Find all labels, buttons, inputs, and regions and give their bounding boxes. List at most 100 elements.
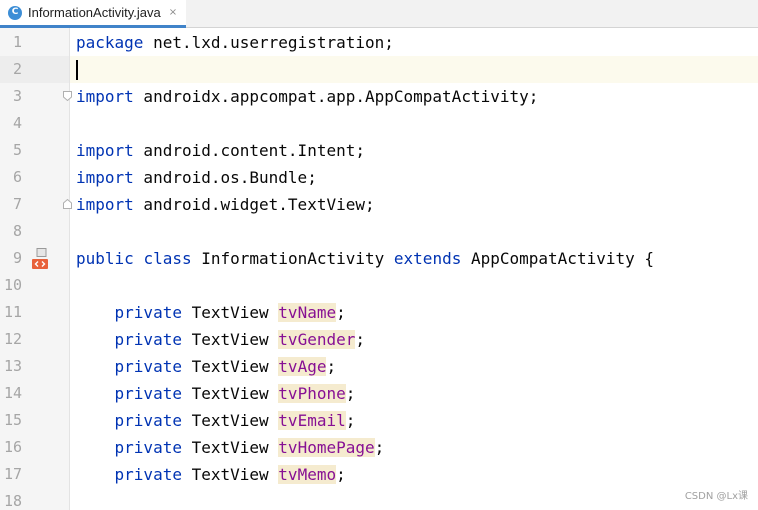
code-line[interactable]: 16 private TextView tvHomePage; [0, 434, 758, 461]
code-token: ; [336, 465, 346, 484]
code-token: TextView [181, 357, 279, 376]
current-line-highlight [70, 56, 758, 83]
line-number: 18 [3, 492, 22, 510]
code-token: android.widget.TextView; [133, 195, 375, 214]
code-text: private TextView tvMemo; [76, 461, 346, 488]
code-text: private TextView tvEmail; [76, 407, 355, 434]
line-number: 10 [3, 276, 22, 294]
code-token: TextView [181, 303, 279, 322]
code-line[interactable]: 13 private TextView tvAge; [0, 353, 758, 380]
field-token: tvGender [278, 330, 356, 349]
code-token: TextView [181, 330, 279, 349]
code-line[interactable]: 8 [0, 218, 758, 245]
keyword-token: private [114, 465, 182, 484]
keyword-token: private [114, 303, 182, 322]
code-editor[interactable]: 1 package net.lxd.userregistration; 2 3 impo… [0, 28, 758, 510]
line-number: 15 [3, 411, 22, 429]
field-token: tvName [278, 303, 337, 322]
line-number: 5 [12, 141, 22, 159]
java-class-icon-letter: C [11, 7, 19, 17]
field-token: tvEmail [278, 411, 346, 430]
line-number: 3 [12, 87, 22, 105]
code-line[interactable]: 14 private TextView tvPhone; [0, 380, 758, 407]
keyword-token: import [76, 195, 134, 214]
keyword-token: import [76, 168, 134, 187]
code-line[interactable]: 1 package net.lxd.userregistration; [0, 29, 758, 56]
line-number: 8 [12, 222, 22, 240]
keyword-token: import [76, 141, 134, 160]
keyword-token: import [76, 87, 134, 106]
line-number: 12 [3, 330, 22, 348]
code-line[interactable]: 6 import android.os.Bundle; [0, 164, 758, 191]
keyword-token: private [114, 411, 182, 430]
fold-end-icon[interactable] [63, 199, 72, 209]
code-line[interactable]: 17 private TextView tvMemo; [0, 461, 758, 488]
code-text: private TextView tvHomePage; [76, 434, 384, 461]
line-number: 17 [3, 465, 22, 483]
code-text: import android.os.Bundle; [76, 164, 317, 191]
watermark: CSDN @Lx课 [684, 491, 748, 502]
code-token: TextView [181, 465, 279, 484]
close-icon[interactable]: × [169, 7, 177, 18]
code-token: ; [345, 384, 356, 403]
code-text: import android.content.Intent; [76, 137, 365, 164]
field-token: tvAge [278, 357, 327, 376]
code-text: package net.lxd.userregistration; [76, 29, 394, 56]
line-number: 14 [3, 384, 22, 402]
code-line[interactable]: 15 private TextView tvEmail; [0, 407, 758, 434]
code-line[interactable]: 10 [0, 272, 758, 299]
field-token: tvHomePage [278, 438, 375, 457]
keyword-token: class [143, 249, 192, 268]
keyword-token: private [114, 357, 182, 376]
line-number: 16 [3, 438, 22, 456]
code-token: ; [336, 303, 346, 322]
code-token: ; [355, 330, 365, 349]
code-text: private TextView tvAge; [76, 353, 336, 380]
code-text: private TextView tvGender; [76, 326, 365, 353]
code-text: private TextView tvPhone; [76, 380, 355, 407]
code-token: TextView [181, 438, 279, 457]
field-token: tvMemo [278, 465, 337, 484]
class-layout-icon[interactable] [31, 248, 51, 270]
code-text: private TextView tvName; [76, 299, 346, 326]
line-number: 6 [12, 168, 22, 186]
code-token: ; [345, 411, 356, 430]
code-line[interactable]: 18 [0, 488, 758, 510]
code-text: import androidx.appcompat.app.AppCompatA… [76, 83, 538, 110]
text-caret [76, 60, 78, 80]
code-line[interactable]: 5 import android.content.Intent; [0, 137, 758, 164]
code-token: androidx.appcompat.app.AppCompatActivity… [133, 87, 539, 106]
editor-tab-bar: C InformationActivity.java × [0, 0, 758, 28]
tab-title: InformationActivity.java [28, 5, 161, 20]
code-line[interactable]: 2 [0, 56, 758, 83]
code-line[interactable]: 11 private TextView tvName; [0, 299, 758, 326]
code-text: import android.widget.TextView; [76, 191, 375, 218]
code-line[interactable]: 12 private TextView tvGender; [0, 326, 758, 353]
line-number: 13 [3, 357, 22, 375]
code-token: AppCompatActivity { [461, 249, 654, 268]
code-line[interactable]: 9 public class InformationActivity extend… [0, 245, 758, 272]
line-number: 1 [12, 33, 22, 51]
line-number: 2 [12, 60, 22, 78]
line-number: 11 [3, 303, 22, 321]
code-token: android.os.Bundle; [133, 168, 317, 187]
code-token: ; [374, 438, 385, 457]
code-token: ; [326, 357, 337, 376]
fold-start-icon[interactable] [63, 91, 72, 101]
code-token: net.lxd.userregistration; [143, 33, 394, 52]
keyword-token: private [114, 330, 182, 349]
code-line[interactable]: 3 import androidx.appcompat.app.AppCompat… [0, 83, 758, 110]
code-line[interactable]: 7 import android.widget.TextView; [0, 191, 758, 218]
code-line[interactable]: 4 [0, 110, 758, 137]
tab-information-activity[interactable]: C InformationActivity.java × [0, 0, 186, 28]
code-text: public class InformationActivity extends… [76, 245, 654, 272]
code-token: TextView [181, 411, 279, 430]
